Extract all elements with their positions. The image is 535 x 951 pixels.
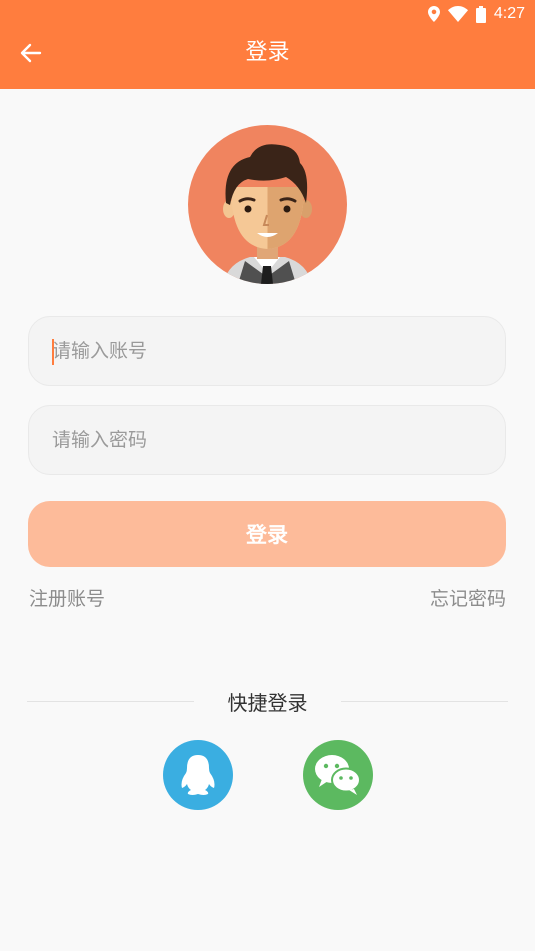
forgot-password-link[interactable]: 忘记密码	[430, 586, 506, 612]
register-link[interactable]: 注册账号	[29, 586, 105, 612]
qq-icon	[181, 755, 215, 795]
wechat-login-button[interactable]	[303, 740, 373, 810]
login-button[interactable]: 登录	[28, 501, 506, 567]
user-avatar-illustration	[188, 125, 347, 284]
wechat-icon	[315, 755, 361, 795]
app-header: 4:27 登录	[0, 0, 535, 89]
status-time: 4:27	[493, 5, 525, 22]
status-bar: 4:27	[0, 0, 535, 28]
password-input[interactable]	[29, 406, 505, 474]
quick-login-title: 快捷登录	[227, 691, 308, 715]
account-input[interactable]	[29, 317, 505, 385]
text-caret	[52, 339, 54, 365]
divider-right	[341, 701, 508, 702]
page-title: 登录	[245, 40, 290, 65]
password-field[interactable]	[28, 405, 506, 475]
location-icon	[427, 6, 440, 22]
divider-left	[27, 701, 194, 702]
qq-login-button[interactable]	[163, 740, 233, 810]
status-icons: 4:27	[427, 4, 525, 24]
account-field[interactable]	[28, 316, 506, 386]
wifi-icon	[447, 6, 468, 22]
battery-icon	[475, 5, 486, 23]
